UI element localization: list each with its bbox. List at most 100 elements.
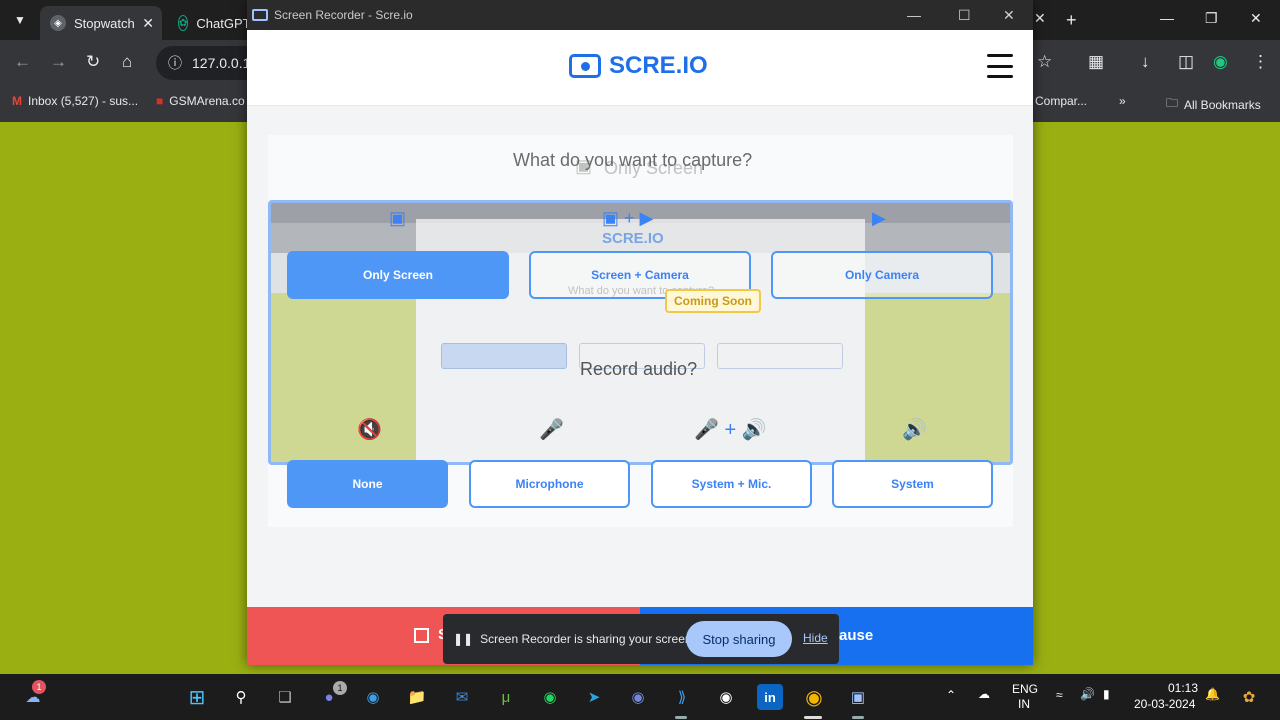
new-tab-icon[interactable]: + (1066, 10, 1077, 31)
scre-logo[interactable]: SCRE.IO (569, 52, 708, 80)
windows-start-icon[interactable]: ⊞ (184, 684, 210, 710)
restore-icon[interactable]: ❐ (1205, 10, 1218, 27)
maximize-icon[interactable]: ☐ (958, 7, 971, 24)
copilot-icon[interactable]: ✿ (1236, 684, 1262, 710)
globe-icon: ◈ (50, 15, 66, 31)
preview-page-right (865, 293, 1010, 462)
tray-overflow-icon[interactable]: ⌃ (946, 688, 956, 702)
only-screen-button[interactable]: Only Screen (287, 251, 509, 299)
bookmark-label: All Bookmarks (1184, 97, 1261, 112)
wifi-icon[interactable]: ≈ (1056, 688, 1063, 702)
minimize-icon[interactable]: — (907, 7, 921, 23)
tab-label: Stopwatch (74, 15, 135, 31)
battery-icon[interactable]: ▮ (1103, 687, 1110, 701)
region-indicator[interactable]: IN (1018, 697, 1030, 711)
window-close-icon[interactable]: ✕ (1003, 7, 1015, 24)
download-icon[interactable]: ↓ (1141, 52, 1150, 72)
menu-kebab-icon[interactable]: ⋮ (1252, 52, 1269, 72)
extensions-icon[interactable]: ▦ (1088, 52, 1104, 72)
task-view-icon[interactable]: ❏ (272, 684, 298, 710)
tab-label: ChatGPT (196, 15, 251, 31)
stop-sharing-button[interactable]: Stop sharing (686, 621, 792, 657)
telegram-icon[interactable]: ➤ (581, 684, 607, 710)
tab-stopwatch[interactable]: ◈ Stopwatch ✕ (40, 6, 162, 40)
volume-icon[interactable]: 🔊 (1080, 687, 1095, 701)
search-icon[interactable]: ⚲ (228, 684, 254, 710)
file-explorer-icon[interactable]: 📁 (404, 684, 430, 710)
window-close-icon[interactable]: ✕ (1250, 10, 1262, 27)
bookmark-gsmarena[interactable]: ■ GSMArena.co (156, 94, 245, 108)
tab-chatgpt[interactable]: ✿ ChatGPT (168, 6, 251, 40)
ghost-label: Only Screen (604, 158, 704, 178)
recorder-titlebar: Screen Recorder - Scre.io — ☐ ✕ (247, 0, 1033, 30)
discord-icon[interactable]: ◉ (625, 684, 651, 710)
window-title: Screen Recorder - Scre.io (274, 8, 413, 22)
pause-icon: ❚❚ (453, 632, 474, 646)
hide-link[interactable]: Hide (803, 631, 828, 645)
chatgpt-icon: ✿ (178, 15, 189, 31)
gmail-icon: M (12, 94, 22, 108)
back-icon[interactable]: ← (14, 52, 31, 72)
bookmark-label: Compar... (1035, 94, 1088, 108)
audio-microphone-button[interactable]: Microphone (469, 460, 630, 508)
profile-avatar-icon[interactable]: ◉ (1213, 52, 1228, 72)
only-camera-button[interactable]: Only Camera (771, 251, 993, 299)
forward-icon[interactable]: → (50, 52, 67, 72)
spotify-icon[interactable]: ◉ (537, 684, 563, 710)
preview-option (717, 343, 843, 369)
running-indicator (675, 716, 687, 719)
home-icon[interactable]: ⌂ (122, 52, 132, 72)
preview-logo: SCRE.IO (602, 230, 664, 247)
chrome-icon[interactable]: ◉ (801, 684, 827, 710)
ghost-monitor-icon: ▣ (575, 156, 593, 176)
active-indicator (804, 716, 822, 719)
preview-option (441, 343, 567, 369)
bookmark-star-icon[interactable]: ☆ (1037, 52, 1052, 72)
reload-icon[interactable]: ↻ (86, 52, 100, 72)
camera-icon: ▶ (872, 208, 886, 228)
close-tab-icon[interactable]: ✕ (1034, 10, 1046, 27)
minimize-icon[interactable]: — (1160, 10, 1174, 26)
info-icon: ⓘ (168, 55, 182, 71)
clock-date[interactable]: 20-03-2024 (1134, 697, 1195, 711)
tab-search-icon[interactable]: ▼ (8, 8, 32, 32)
microphone-icon: 🎤 (539, 419, 564, 441)
mail-icon[interactable]: ✉ (449, 684, 475, 710)
all-bookmarks[interactable]: 🗀 All Bookmarks (1166, 94, 1261, 115)
bookmark-label: GSMArena.co (169, 94, 245, 108)
side-panel-icon[interactable]: ◫ (1178, 52, 1194, 72)
language-indicator[interactable]: ENG (1012, 682, 1038, 696)
more-bookmarks-icon[interactable]: » (1119, 94, 1126, 108)
screen-recorder-taskbar-icon[interactable]: ▣ (845, 684, 871, 710)
audio-none-button[interactable]: None (287, 460, 448, 508)
muted-speaker-icon: 🔇 (357, 419, 382, 441)
mic-plus-speaker-icon: 🎤 + 🔊 (694, 419, 767, 441)
speaker-icon: 🔊 (902, 419, 927, 441)
teams-badge: 1 (333, 681, 347, 695)
vscode-icon[interactable]: ⟫ (669, 684, 695, 710)
linkedin-icon[interactable]: in (757, 684, 783, 710)
weather-badge: 1 (32, 680, 46, 694)
recorder-logo-icon (569, 54, 601, 78)
utorrent-icon[interactable]: μ (493, 684, 519, 710)
onedrive-offline-icon[interactable]: ☁ (978, 687, 990, 701)
audio-system-mic-button[interactable]: System + Mic. (651, 460, 812, 508)
screen-share-notice: ❚❚ Screen Recorder is sharing your scree… (443, 614, 839, 664)
coming-soon-badge: Coming Soon (665, 289, 761, 313)
gsmarena-icon: ■ (156, 94, 164, 108)
github-icon[interactable]: ◉ (713, 684, 739, 710)
edge-icon[interactable]: ◉ (360, 684, 386, 710)
share-message: Screen Recorder is sharing your screen. (480, 632, 695, 646)
monitor-plus-camera-icon: ▣ + ▶ (602, 208, 654, 228)
audio-system-button[interactable]: System (832, 460, 993, 508)
monitor-icon: ▣ (389, 208, 407, 228)
bookmark-inbox[interactable]: M Inbox (5,527) - sus... (12, 94, 138, 108)
logo-text: SCRE.IO (609, 52, 708, 79)
notification-bell-icon[interactable]: 🔔 (1205, 687, 1220, 701)
folder-icon: 🗀 (1166, 96, 1179, 110)
bookmark-compare[interactable]: Compar... (1035, 94, 1087, 108)
url-text: 127.0.0.1 (192, 55, 251, 71)
close-tab-icon[interactable]: ✕ (142, 15, 154, 32)
clock-time[interactable]: 01:13 (1168, 681, 1198, 695)
hamburger-menu-icon[interactable] (987, 54, 1013, 78)
